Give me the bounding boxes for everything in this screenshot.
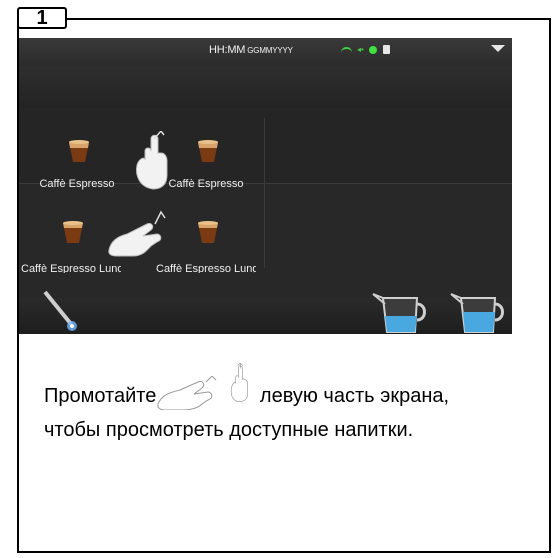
- milk-pitcher-icon[interactable]: [449, 286, 509, 334]
- drink-label: Caffè Espresso Lungo: [156, 263, 256, 273]
- time-text: HH:MM: [209, 44, 246, 56]
- instruction-text: Промотайте левую часть экрана, чтобы про…: [44, 362, 504, 443]
- hand-swipe-icon: [108, 210, 166, 257]
- status-dot-icon: [369, 46, 377, 54]
- wifi-icon: [341, 47, 352, 53]
- espresso-cup-icon: [198, 221, 218, 243]
- step-number-badge: 1: [17, 7, 67, 29]
- panel-divider: [264, 118, 265, 268]
- drink-espresso[interactable]: Caffè Espresso: [27, 138, 127, 198]
- menu-arrow-icon[interactable]: [491, 45, 505, 52]
- sound-icon: ◂•: [357, 45, 364, 54]
- hand-swipe-down-icon: [156, 375, 220, 417]
- drink-espresso-lungo[interactable]: Caffè Espresso Lungo: [156, 219, 256, 279]
- screen-top-panel: [19, 66, 512, 109]
- date-text: GGMMYYYY: [247, 46, 293, 55]
- drink-espresso-lungo[interactable]: Caffè Espresso Lungo: [21, 219, 121, 279]
- instruction-text-before: Промотайте: [44, 384, 157, 407]
- hand-swipe-icon: [136, 131, 168, 190]
- espresso-cup-icon: [63, 221, 83, 243]
- status-bar: HH:MM GGMMYYYY ◂•: [19, 38, 512, 66]
- machine-screen: HH:MM GGMMYYYY ◂• Caffè Espresso Caffè Es…: [19, 38, 512, 334]
- steam-wand-icon[interactable]: [41, 288, 81, 334]
- drink-label: Caffè Espresso: [39, 178, 115, 190]
- clock: HH:MM GGMMYYYY: [209, 44, 293, 56]
- screen-bottom-bar: [19, 298, 512, 334]
- drink-label: Caffè Espresso Lungo: [21, 263, 121, 273]
- espresso-cup-icon: [198, 140, 218, 162]
- milk-pitcher-icon[interactable]: [371, 286, 431, 334]
- water-tank-icon: [383, 45, 390, 54]
- hand-swipe-up-icon: [224, 362, 254, 410]
- espresso-cup-icon: [69, 140, 89, 162]
